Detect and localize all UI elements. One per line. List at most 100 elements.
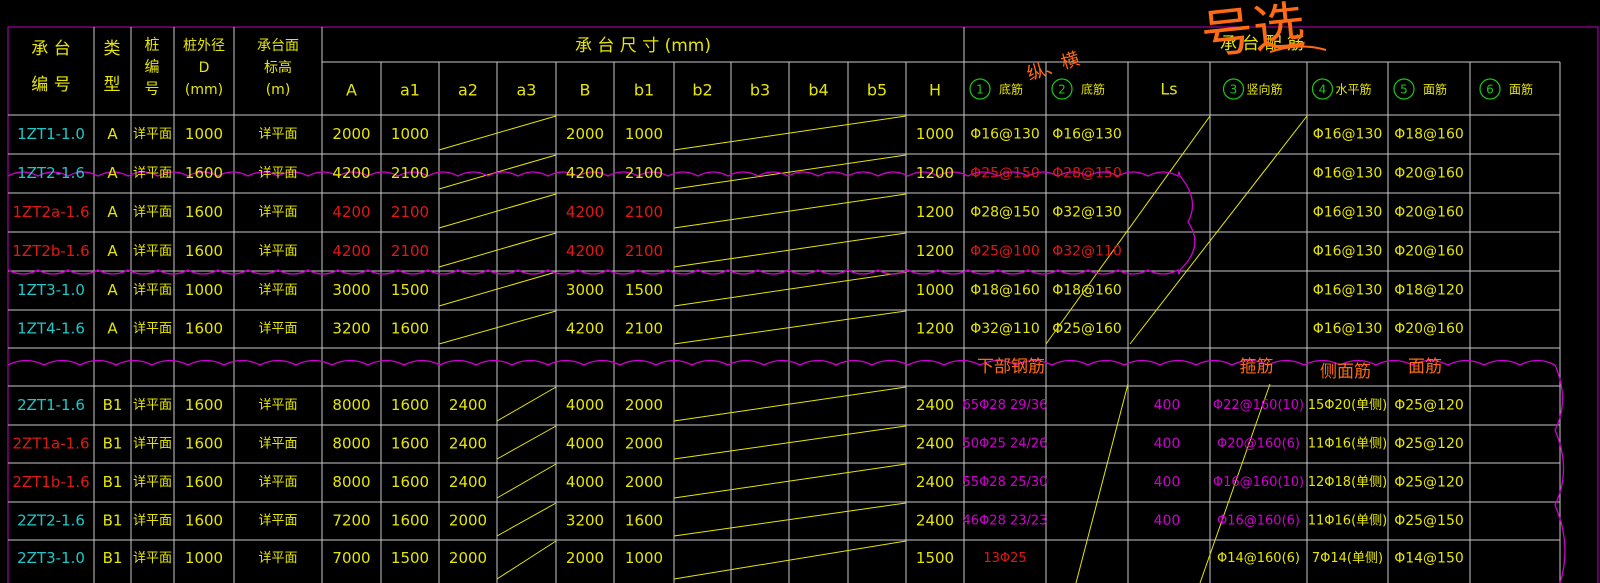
- cap-type: A: [107, 320, 118, 338]
- dim-B: 4200: [566, 320, 604, 338]
- dim-a2: 2400: [449, 473, 487, 491]
- dim-B: 2000: [566, 125, 604, 143]
- cap-type: A: [107, 164, 118, 182]
- rebar-4: Φ16@130: [1313, 321, 1383, 337]
- dim-a1: 1600: [391, 512, 429, 530]
- pile-diameter: 1000: [185, 281, 223, 299]
- header-pile-diameter: D: [199, 60, 210, 76]
- header-pile-no: 号: [144, 80, 159, 98]
- dim-H: 1200: [916, 164, 954, 182]
- dim-b1: 2000: [625, 473, 663, 491]
- cap-type: A: [107, 242, 118, 260]
- bottom-rebar: 13Φ25: [983, 551, 1026, 566]
- handwritten-scribble: 号选: [1198, 0, 1308, 66]
- pile-no: 详平面: [133, 166, 172, 181]
- header-pile-diameter: (mm): [185, 82, 223, 98]
- rebar-1: Φ25@150: [970, 166, 1040, 182]
- rebar-4: Φ16@130: [1313, 166, 1383, 182]
- header-pile-diameter: 桩外径: [183, 37, 225, 54]
- dim-a1: 1600: [391, 473, 429, 491]
- dim-a1: 1000: [391, 125, 429, 143]
- header-rebar-label: 底筋: [999, 82, 1023, 97]
- top-rebar: Φ25@150: [1394, 513, 1464, 529]
- header-dim-b1: b1: [634, 81, 654, 100]
- dim-a2: 2000: [449, 549, 487, 567]
- rebar-number: 1: [976, 83, 984, 97]
- dim-A: 7200: [332, 512, 370, 530]
- pile-cap-id: 2ZT1a-1.6: [13, 435, 90, 453]
- dim-A: 3000: [332, 281, 370, 299]
- rebar-2: Φ32@110: [1052, 244, 1122, 260]
- dim-H: 1200: [916, 203, 954, 221]
- top-rebar: Φ25@120: [1394, 436, 1464, 452]
- header-cap-size: 承 台 尺 寸 (mm): [575, 36, 711, 56]
- cap-elevation: 详平面: [258, 244, 297, 259]
- cap-type: B1: [103, 512, 123, 530]
- dim-A: 4200: [332, 164, 370, 182]
- rebar-1: Φ28@150: [970, 205, 1040, 221]
- label-stirrup: 箍筋: [1240, 357, 1274, 377]
- side-rebar: 11Φ16(单侧): [1308, 514, 1387, 529]
- cap-type: B1: [103, 435, 123, 453]
- dim-a2: 2400: [449, 435, 487, 453]
- pile-no: 详平面: [133, 398, 172, 413]
- dim-H: 1000: [916, 281, 954, 299]
- cap-type: A: [107, 203, 118, 221]
- cap-type: A: [107, 281, 118, 299]
- rebar-1: Φ32@110: [970, 321, 1040, 337]
- side-rebar: 12Φ18(单侧): [1308, 475, 1387, 490]
- dim-H: 2400: [916, 473, 954, 491]
- header-dim-b4: b4: [808, 81, 828, 100]
- rebar-number: 4: [1319, 83, 1327, 97]
- pile-no: 详平面: [133, 283, 172, 298]
- dim-a1: 2100: [391, 164, 429, 182]
- cap-type: B1: [103, 549, 123, 567]
- cap-elevation: 详平面: [258, 283, 297, 298]
- pile-diameter: 1000: [185, 125, 223, 143]
- header-dim-H: H: [929, 81, 941, 100]
- cap-elevation: 详平面: [258, 398, 297, 413]
- bottom-rebar: 50Φ25 24/26: [963, 437, 1048, 452]
- dim-B: 4000: [566, 435, 604, 453]
- header-cap-top-elevation: 承台面: [257, 38, 299, 54]
- side-rebar: 15Φ20(单侧): [1308, 398, 1387, 413]
- cad-drawing-canvas[interactable]: 承 台编 号类型桩编号桩外径D(mm)承台面标高(m)承 台 尺 寸 (mm) 承…: [0, 0, 1600, 583]
- rebar-5: Φ20@160: [1394, 205, 1464, 221]
- rebar-4: Φ16@130: [1313, 205, 1383, 221]
- dim-B: 4200: [566, 164, 604, 182]
- pile-diameter: 1600: [185, 396, 223, 414]
- dim-H: 1000: [916, 125, 954, 143]
- dim-H: 1200: [916, 320, 954, 338]
- rebar-number: 2: [1058, 83, 1066, 97]
- rebar-2: Φ25@160: [1052, 321, 1122, 337]
- header-cap-top-elevation: (m): [266, 82, 291, 98]
- header-pile-cap-no: 承 台: [31, 39, 70, 59]
- dim-A: 8000: [332, 473, 370, 491]
- header-dim-B: B: [580, 81, 591, 100]
- dim-a1: 1600: [391, 435, 429, 453]
- rebar-2: Φ18@160: [1052, 283, 1122, 299]
- cap-type: B1: [103, 473, 123, 491]
- cap-elevation: 详平面: [258, 322, 297, 337]
- header-dim-a1: a1: [400, 81, 420, 100]
- header-pile-no: 编: [144, 58, 159, 76]
- cap-type: A: [107, 125, 118, 143]
- dim-b1: 1000: [625, 125, 663, 143]
- header-dim-b2: b2: [692, 81, 712, 100]
- pile-cap-id: 1ZT2-1.6: [17, 164, 85, 182]
- dim-b1: 2100: [625, 242, 663, 260]
- pile-diameter: 1600: [185, 242, 223, 260]
- dim-b1: 2100: [625, 320, 663, 338]
- dim-A: 4200: [332, 203, 370, 221]
- dim-H: 1200: [916, 242, 954, 260]
- dim-A: 4200: [332, 242, 370, 260]
- pile-cap-id: 2ZT3-1.0: [17, 549, 85, 567]
- bottom-rebar: 55Φ28 25/30: [963, 475, 1048, 490]
- top-rebar: Φ25@120: [1394, 475, 1464, 491]
- header-dim-b5: b5: [867, 81, 887, 100]
- pile-no: 详平面: [133, 205, 172, 220]
- dim-a1: 2100: [391, 203, 429, 221]
- pile-no: 详平面: [133, 551, 172, 566]
- pile-no: 详平面: [133, 244, 172, 259]
- header-rebar-label: 水平筋: [1335, 82, 1371, 97]
